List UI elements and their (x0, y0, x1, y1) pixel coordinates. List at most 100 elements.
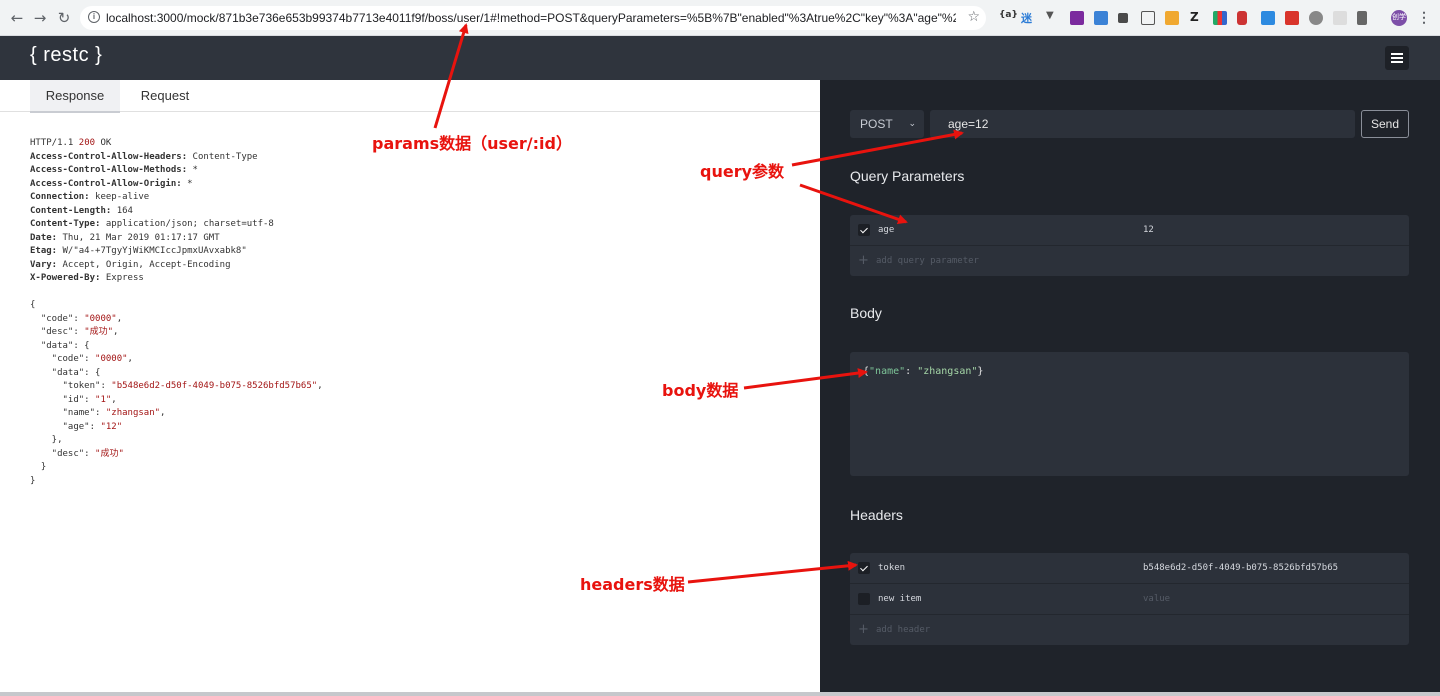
response-header-line: Content-Type: application/json; charset=… (30, 218, 323, 232)
query-param-checkbox[interactable] (858, 224, 870, 236)
response-header-key: Access-Control-Allow-Headers: (30, 151, 188, 162)
back-icon[interactable]: ← (8, 9, 26, 27)
response-header-line: HTTP/1.1 200 OK (30, 137, 323, 151)
response-header-value: W/"a4-+7TgyYjWiKMCIccJpmxUAvxabk8" (57, 246, 247, 256)
response-json-string: "12" (100, 421, 123, 432)
response-json-punct: , (317, 381, 323, 391)
response-header-key: Etag: (30, 246, 58, 256)
response-header-value: * (187, 165, 198, 175)
tab-response[interactable]: Response (30, 80, 120, 113)
extension-icon[interactable] (1333, 11, 1347, 25)
extension-icon[interactable] (1357, 11, 1367, 25)
extension-icon[interactable] (1165, 11, 1179, 25)
query-parameters-list: age 12 + add query parameter (850, 215, 1409, 276)
request-panel: POST ⌄ age=12 Send Query Parameters age … (820, 80, 1440, 692)
profile-avatar[interactable]: 创学 (1391, 10, 1407, 26)
add-header-placeholder[interactable]: add header (876, 615, 930, 645)
extension-icon[interactable] (1118, 13, 1128, 23)
body-editor[interactable]: {"name": "zhangsan"} (850, 352, 1409, 476)
extension-icon[interactable] (1213, 11, 1227, 25)
headers-title: Headers (850, 507, 903, 523)
chevron-down-icon: ⌄ (908, 119, 916, 129)
extension-icon[interactable]: ▼ (1046, 10, 1054, 21)
response-json-text: "data": { (30, 367, 101, 378)
response-json-line: { (30, 299, 323, 313)
response-header-value: keep-alive (89, 192, 150, 202)
send-button[interactable]: Send (1361, 110, 1409, 138)
header-value-placeholder[interactable]: value (1143, 584, 1170, 614)
response-header-line: Access-Control-Allow-Headers: Content-Ty… (30, 151, 323, 165)
response-header-value: Express (100, 273, 144, 283)
response-header-value: application/json; charset=utf-8 (100, 219, 274, 229)
query-param-row: age 12 (850, 215, 1409, 245)
extension-icon[interactable] (1094, 11, 1108, 25)
response-json-string: "0000" (95, 354, 128, 364)
response-json-string: "b548e6d2-d50f-4049-b075-8526bfd57b65" (111, 381, 318, 391)
header-checkbox[interactable] (858, 562, 870, 574)
response-json-line: } (30, 461, 323, 475)
response-header-line: X-Powered-By: Express (30, 272, 323, 286)
body-json[interactable]: {"name": "zhangsan"} (863, 366, 983, 377)
response-json-text: "desc": (30, 448, 96, 459)
tab-request[interactable]: Request (120, 80, 210, 111)
response-json-text: "code": (30, 313, 85, 324)
url-input[interactable]: age=12 (930, 110, 1355, 138)
hamburger-menu-icon[interactable] (1385, 46, 1409, 70)
response-json-text: "code": (30, 354, 96, 364)
response-json-line: "name": "zhangsan", (30, 407, 323, 421)
address-bar-url[interactable]: localhost:3000/mock/871b3e736e653b99374b… (106, 11, 956, 25)
body-title: Body (850, 305, 882, 321)
header-key[interactable]: token (878, 553, 905, 583)
response-json-line: } (30, 475, 323, 489)
forward-icon[interactable]: → (31, 9, 49, 27)
response-header-value: HTTP/1.1 (30, 138, 79, 148)
response-header-line: Etag: W/"a4-+7TgyYjWiKMCIccJpmxUAvxabk8" (30, 245, 323, 259)
add-header-row[interactable]: + add header (850, 614, 1409, 645)
extension-icon[interactable] (1141, 11, 1155, 25)
response-header-key: Connection: (30, 192, 90, 202)
info-icon[interactable]: i (88, 11, 100, 23)
response-header-key: Access-Control-Allow-Origin: (30, 178, 182, 189)
extension-icon[interactable] (1237, 11, 1247, 25)
response-json-text: "id": (30, 394, 96, 405)
body-key: "name" (869, 366, 906, 377)
extension-icon[interactable] (1285, 11, 1299, 25)
response-json-text: { (30, 300, 36, 310)
bookmark-star-icon[interactable]: ☆ (967, 9, 980, 25)
response-json-line: "data": { (30, 367, 323, 381)
extension-icon[interactable]: {a} (999, 10, 1018, 20)
response-header-key: X-Powered-By: (30, 273, 101, 283)
response-header-line: Connection: keep-alive (30, 191, 323, 205)
response-json-line: "token": "b548e6d2-d50f-4049-b075-8526bf… (30, 380, 323, 394)
method-select[interactable]: POST ⌄ (850, 110, 924, 138)
response-header-value: Content-Type (187, 151, 258, 162)
response-json-punct: , (160, 408, 166, 418)
response-json-line: "age": "12" (30, 421, 323, 435)
reload-icon[interactable]: ↻ (55, 9, 73, 27)
response-json-text: "desc": (30, 327, 85, 337)
extension-icon[interactable]: Z (1190, 10, 1199, 24)
response-json-line: "id": "1", (30, 394, 323, 408)
response-header-line: Vary: Accept, Origin, Accept-Encoding (30, 259, 323, 273)
header-key-new-item[interactable]: new item (878, 584, 921, 614)
extension-icon[interactable] (1070, 11, 1084, 25)
plus-icon: + (858, 253, 869, 268)
header-value[interactable]: b548e6d2-d50f-4049-b075-8526bfd57b65 (1143, 553, 1338, 583)
annotation-body: body数据 (662, 381, 739, 400)
add-query-parameter-row[interactable]: + add query parameter (850, 245, 1409, 276)
add-query-parameter-placeholder[interactable]: add query parameter (876, 246, 979, 276)
response-json-text: "age": (30, 421, 101, 432)
extension-icon[interactable] (1309, 11, 1323, 25)
header-checkbox[interactable] (858, 593, 870, 605)
address-bar[interactable]: i localhost:3000/mock/871b3e736e653b9937… (80, 6, 986, 30)
response-json-string: "1" (95, 394, 112, 405)
response-json-text: "token": (30, 381, 112, 391)
response-json-line: "desc": "成功", (30, 326, 323, 340)
browser-menu-icon[interactable]: ⋮ (1417, 9, 1431, 26)
extension-icon[interactable] (1261, 11, 1275, 25)
query-param-value[interactable]: 12 (1143, 215, 1154, 245)
extension-icon[interactable]: 迷 (1021, 10, 1032, 26)
response-json-text: "data": { (30, 340, 90, 351)
response-header-key: Content-Length: (30, 205, 112, 216)
query-param-key[interactable]: age (878, 215, 894, 245)
